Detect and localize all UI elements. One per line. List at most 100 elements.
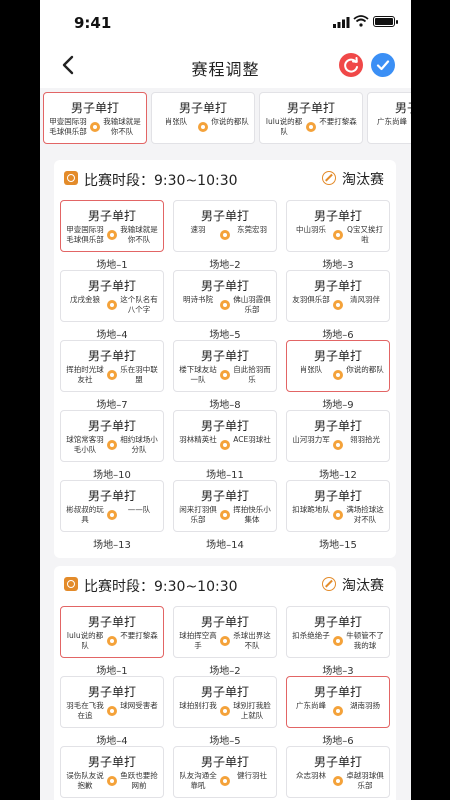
- match-title: 男子单打: [200, 279, 249, 293]
- match-card[interactable]: 男子单打 球拍挥空高手 杀球出界这不队: [173, 606, 277, 658]
- time-slot-label: 比赛时段：9:30~10:30: [84, 579, 238, 595]
- team-right: 翎羽拾光: [350, 435, 380, 444]
- match-cell: 男子单打 肖张队 你说的都队 场地–9: [286, 340, 390, 411]
- vs-icon: [220, 636, 230, 646]
- match-card[interactable]: 男子单打 羽毛在飞我在追 球网受害者: [60, 676, 164, 728]
- match-card[interactable]: 男子单打 羽林精英社 ACE羽球社: [173, 410, 277, 462]
- team-left: 挥拍时光球友社: [66, 365, 104, 384]
- team-right: 你说的都队: [346, 365, 384, 374]
- match-card[interactable]: 男子单打 扣杀绝绝子 牛顿管不了我的球: [286, 606, 390, 658]
- match-title: 男子单打: [87, 489, 136, 503]
- match-card[interactable]: 男子单打 球馆常客羽毛小队 相约球场小分队: [60, 410, 164, 462]
- match-card[interactable]: 男子单打 误伤队友说抱歉 鱼跃也要抢网前: [60, 746, 164, 798]
- venue-label: 场地–3: [322, 260, 354, 271]
- match-title: 男子单打: [313, 419, 362, 433]
- match-card[interactable]: 男子单打肖张队 你说的都队: [286, 340, 390, 392]
- match-cell: 男子单打众志羽林卓越羽球俱乐部场地–9: [286, 746, 390, 800]
- match-title: 男子单打: [178, 101, 227, 115]
- venue-label: 场地–6: [322, 736, 354, 747]
- venue-label: 场地–5: [209, 736, 241, 747]
- venue-label: 场地–6: [322, 330, 354, 341]
- refresh-button[interactable]: [339, 53, 363, 77]
- team-right: 这个队名有八个字: [120, 295, 158, 314]
- team-right: 东莞宏羽: [237, 225, 267, 234]
- vs-icon: [107, 636, 117, 646]
- match-cell: 男子单打 羽毛在飞我在追 球网受害者场地–4: [60, 676, 164, 747]
- team-left: 戊戌金狼: [70, 295, 100, 304]
- match-card[interactable]: 男子单打 lulu说的都队 不要打黎森: [60, 606, 164, 658]
- match-cell: 男子单打 扣球跪地队 满场捡球这对不队场地–15: [286, 480, 390, 551]
- match-card[interactable]: 男子单打 挥拍时光球友社 乐在羽中联盟: [60, 340, 164, 392]
- match-card[interactable]: 男子单打 扣球跪地队 满场捡球这对不队: [286, 480, 390, 532]
- vs-icon: [220, 230, 230, 240]
- team-left: 肖张队: [299, 365, 323, 374]
- team-left: 众志羽林: [296, 771, 326, 780]
- venue-label: 场地–15: [319, 540, 357, 551]
- match-card[interactable]: 男子单打 彬叔叔的玩具 ——队: [60, 480, 164, 532]
- venue-label: 场地–2: [209, 666, 241, 677]
- match-card[interactable]: 男子单打 甲壹国际羽毛球俱乐部 我输球就是你不队: [60, 200, 164, 252]
- match-cell: 男子单打 球拍挥空高手 杀球出界这不队场地–2: [173, 606, 277, 677]
- match-card[interactable]: 男子单打 闲来打羽俱乐部 挥拍快乐小集体: [173, 480, 277, 532]
- match-card[interactable]: 男子单打 楼下球友站一队 自此拾羽而乐: [173, 340, 277, 392]
- team-left: 速羽: [190, 225, 206, 234]
- match-cell: 男子单打 中山羽乐 Q宝又挨打啦场地–3: [286, 200, 390, 271]
- match-title: 男子单打: [313, 489, 362, 503]
- match-card[interactable]: 男子单打 队友沟通全靠吼 健行羽社: [173, 746, 277, 798]
- vs-icon: [333, 440, 343, 450]
- match-card[interactable]: 男子单打 速羽 东莞宏羽: [173, 200, 277, 252]
- match-title: 男子单打: [200, 615, 249, 629]
- venue-label: 场地–12: [319, 470, 357, 481]
- status-bar: 9:41: [40, 0, 411, 44]
- confirm-button[interactable]: [371, 53, 395, 77]
- venue-label: 场地–4: [96, 330, 128, 341]
- team-right: 满场捡球这对不队: [346, 505, 384, 524]
- match-card[interactable]: 男子单打广东尚峰: [367, 92, 411, 144]
- match-cell: 男子单打 彬叔叔的玩具 ——队 场地–13: [60, 480, 164, 551]
- match-type-label: 淘汰赛: [342, 172, 384, 188]
- match-strip-row: 男子单打 甲壹国际羽毛球俱乐部 我输球就是你不队 男子单打 肖张队 你说的都队 男子单打 lu…: [40, 92, 411, 144]
- match-cell: 男子单打 友羽俱乐部 清风羽伴 场地–6: [286, 270, 390, 341]
- vs-icon: [107, 440, 117, 450]
- match-cell: 男子单打 扣杀绝绝子 牛顿管不了我的球 场地–3: [286, 606, 390, 677]
- match-card[interactable]: 男子单打 友羽俱乐部 清风羽伴: [286, 270, 390, 322]
- team-left: 友羽俱乐部: [292, 295, 330, 304]
- team-left: 误伤队友说抱歉: [66, 771, 104, 790]
- match-cell: 男子单打戊戌金狼 这个队名有八个字场地–4: [60, 270, 164, 341]
- team-right: 湖南羽扬: [350, 701, 380, 710]
- match-card[interactable]: 男子单打 广东尚峰 湖南羽扬: [286, 676, 390, 728]
- match-card[interactable]: 男子单打 球拍别打我 球别打我脸上就队: [173, 676, 277, 728]
- match-title: 男子单打: [87, 279, 136, 293]
- match-title: 男子单打: [313, 209, 362, 223]
- vs-icon: [107, 706, 117, 716]
- match-card[interactable]: 男子单打 众志羽林 卓越羽球俱乐部: [286, 746, 390, 798]
- match-cell: 男子单打 闲来打羽俱乐部 挥拍快乐小集体场地–14: [173, 480, 277, 551]
- match-card[interactable]: 男子单打 明诗书院 佛山羽霞俱乐部: [173, 270, 277, 322]
- match-card[interactable]: 男子单打 中山羽乐 Q宝又挨打啦: [286, 200, 390, 252]
- team-right: 清风羽伴: [350, 295, 380, 304]
- team-right: 球别打我脸上就队: [233, 701, 271, 720]
- match-card[interactable]: 男子单打 lulu说的都队 不要打黎森: [259, 92, 363, 144]
- match-cell: 男子单打 挥拍时光球友社 乐在羽中联盟 场地–7: [60, 340, 164, 411]
- venue-label: 场地–14: [206, 540, 244, 551]
- team-left: 闲来打羽俱乐部: [179, 505, 217, 524]
- time-slot-label: 比赛时段：9:30~10:30: [84, 173, 238, 189]
- match-card[interactable]: 男子单打 山河羽力军 翎羽拾光: [286, 410, 390, 462]
- match-card[interactable]: 男子单打 肖张队 你说的都队: [151, 92, 255, 144]
- team-right: 相约球场小分队: [120, 435, 158, 454]
- match-strip[interactable]: 男子单打 甲壹国际羽毛球俱乐部 我输球就是你不队 男子单打 肖张队 你说的都队 男子单打 lu…: [40, 92, 411, 152]
- match-card[interactable]: 男子单打戊戌金狼 这个队名有八个字: [60, 270, 164, 322]
- match-cell: 男子单打 球馆常客羽毛小队 相约球场小分队 场地–10: [60, 410, 164, 481]
- team-left: 球拍别打我: [179, 701, 217, 710]
- match-title: 男子单打: [200, 349, 249, 363]
- team-left: 扣杀绝绝子: [292, 631, 330, 640]
- team-left: 甲壹国际羽毛球俱乐部: [66, 225, 104, 244]
- match-card[interactable]: 男子单打 甲壹国际羽毛球俱乐部 我输球就是你不队: [43, 92, 147, 144]
- team-left: lulu说的都队: [66, 631, 104, 650]
- venue-label: 场地–4: [96, 736, 128, 747]
- match-title: 男子单打: [313, 349, 362, 363]
- venue-label: 场地–8: [209, 400, 241, 411]
- elimination-icon: [322, 171, 336, 185]
- vs-icon: [107, 230, 117, 240]
- vs-icon: [220, 776, 230, 786]
